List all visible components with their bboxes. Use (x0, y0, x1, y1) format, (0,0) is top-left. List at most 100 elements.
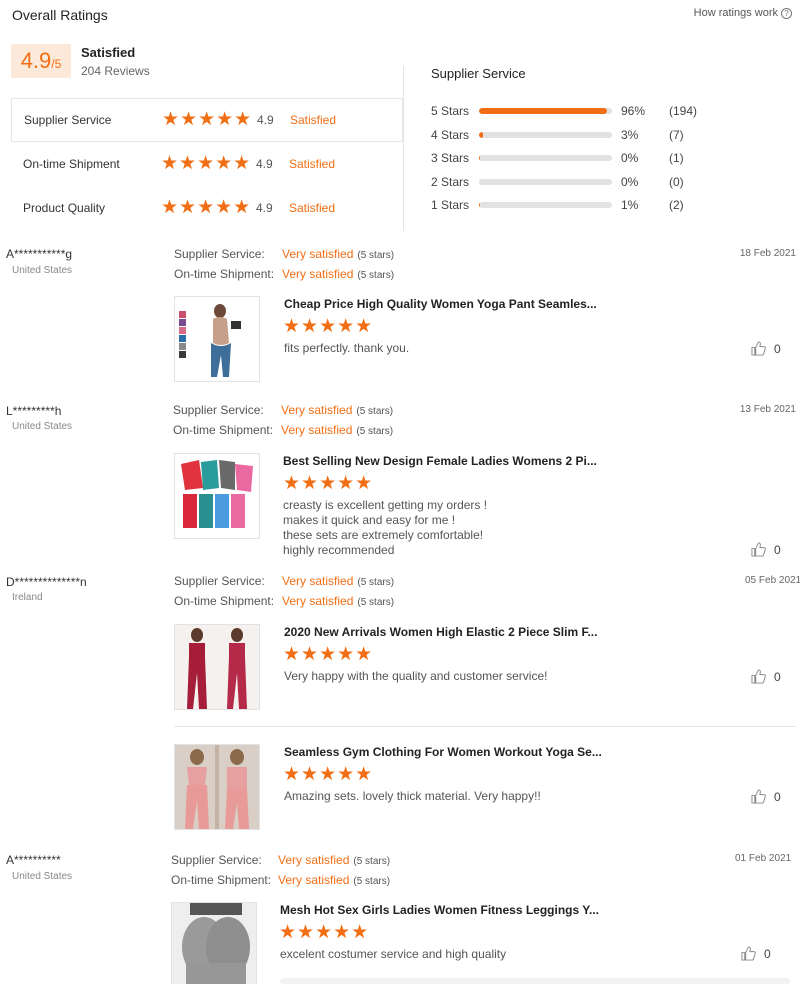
how-ratings-work-label: How ratings work (693, 7, 778, 19)
attr-value: Very satisfied (5 stars) (282, 247, 394, 261)
product-image-icon (175, 297, 259, 381)
distribution-bar (479, 202, 612, 208)
overall-satisfaction-label: Satisfied (81, 45, 136, 60)
attr-value: Very satisfied (5 stars) (282, 594, 394, 608)
product-thumbnail[interactable] (171, 902, 257, 984)
attr-label: On-time Shipment: (171, 873, 272, 887)
review-date: 01 Feb 2021 (735, 853, 792, 864)
distribution-row-5[interactable]: 5 Stars 96% (194) (431, 103, 697, 119)
distribution-bar (479, 108, 612, 114)
like-count: 0 (774, 341, 781, 356)
like-button[interactable]: 0 (751, 542, 781, 557)
like-button[interactable]: 0 (751, 341, 781, 356)
distribution-bar (479, 155, 612, 161)
reply-box (280, 978, 790, 984)
distribution-bar (479, 179, 612, 185)
how-ratings-work-link[interactable]: How ratings work ? (694, 7, 792, 19)
distribution-percent: 3% (621, 128, 639, 142)
reviewer-name: A***********g (6, 247, 73, 261)
attr-stars: (5 stars) (356, 406, 394, 417)
reviewer-country: United States (12, 871, 73, 882)
attr-stars: (5 stars) (353, 876, 391, 887)
like-count: 0 (774, 542, 781, 557)
supplier-service-attr: Supplier Service: Very satisfied (5 stars… (174, 247, 394, 261)
distribution-title: Supplier Service (431, 66, 526, 81)
reviewer-name: D**************n (6, 575, 87, 589)
distribution-percent: 0% (621, 175, 639, 189)
distribution-label: 2 Stars (431, 175, 470, 189)
category-label: Supplier Service (24, 113, 112, 127)
product-thumbnail[interactable] (174, 453, 260, 539)
review-count[interactable]: 204 Reviews (81, 64, 150, 78)
supplier-service-attr: Supplier Service: Very satisfied (5 stars… (173, 403, 393, 417)
product-title[interactable]: Seamless Gym Clothing For Women Workout … (284, 745, 602, 759)
category-rating: 4.9 (256, 201, 273, 215)
product-thumbnail[interactable] (174, 296, 260, 382)
category-row-on-time-shipment[interactable]: On-time Shipment ★★★★★ 4.9 Satisfied (11, 142, 403, 186)
reviewer-country: United States (12, 265, 73, 276)
star-rating-icon: ★★★★★ (162, 109, 253, 130)
review-text: fits perfectly. thank you. (284, 341, 410, 355)
product-title[interactable]: Best Selling New Design Female Ladies Wo… (283, 454, 597, 468)
category-label: Product Quality (23, 201, 106, 215)
thumbs-up-icon (751, 542, 766, 557)
product-thumbnail[interactable] (174, 624, 260, 710)
category-row-product-quality[interactable]: Product Quality ★★★★★ 4.9 Satisfied (11, 186, 403, 230)
overall-score-max: /5 (51, 57, 62, 71)
reviewer-name: A********** (6, 853, 61, 867)
distribution-label: 1 Stars (431, 198, 470, 212)
product-image-icon (175, 625, 259, 709)
product-divider (174, 726, 796, 727)
on-time-shipment-attr: On-time Shipment: Very satisfied (5 stars… (171, 873, 390, 887)
product-title[interactable]: 2020 New Arrivals Women High Elastic 2 P… (284, 625, 597, 639)
distribution-bar-fill (479, 202, 481, 208)
like-button[interactable]: 0 (741, 946, 771, 961)
distribution-row-4[interactable]: 4 Stars 3% (7) (431, 127, 684, 143)
attr-value-text: Very satisfied (278, 873, 350, 887)
product-image-icon (175, 745, 259, 829)
overall-score: 4.9 (20, 48, 52, 73)
distribution-count: (2) (669, 198, 684, 212)
reviewer-country: Ireland (12, 592, 43, 603)
distribution-count: (194) (669, 104, 698, 118)
attr-value-text: Very satisfied (282, 574, 354, 588)
distribution-row-2[interactable]: 2 Stars 0% (0) (431, 174, 684, 190)
distribution-row-3[interactable]: 3 Stars 0% (1) (431, 150, 684, 166)
attr-stars: (5 stars) (357, 270, 395, 281)
help-icon: ? (781, 7, 792, 19)
attr-label: Supplier Service: (174, 574, 265, 588)
distribution-bar-fill (479, 108, 607, 114)
attr-value-text: Very satisfied (282, 594, 354, 608)
attr-value-text: Very satisfied (282, 247, 354, 261)
product-title[interactable]: Mesh Hot Sex Girls Ladies Women Fitness … (280, 903, 599, 917)
product-thumbnail[interactable] (174, 744, 260, 830)
star-rating-icon: ★★★★★ (279, 922, 370, 943)
product-title[interactable]: Cheap Price High Quality Women Yoga Pant… (284, 297, 597, 311)
category-label: On-time Shipment (23, 157, 120, 171)
distribution-bar-fill (479, 132, 483, 138)
category-row-supplier-service[interactable]: Supplier Service ★★★★★ 4.9 Satisfied (11, 98, 403, 142)
distribution-label: 5 Stars (431, 104, 470, 118)
review-date: 13 Feb 2021 (739, 404, 796, 415)
category-status: Satisfied (289, 157, 336, 171)
attr-value: Very satisfied (5 stars) (282, 574, 394, 588)
attr-label: Supplier Service: (173, 403, 264, 417)
review-text: Amazing sets. lovely thick material. Ver… (284, 789, 541, 803)
thumbs-up-icon (751, 341, 766, 356)
distribution-count: (7) (669, 128, 684, 142)
distribution-percent: 1% (621, 198, 639, 212)
thumbs-up-icon (751, 789, 766, 804)
like-button[interactable]: 0 (751, 789, 781, 804)
product-image-icon (175, 454, 259, 538)
distribution-row-1[interactable]: 1 Stars 1% (2) (431, 197, 684, 213)
attr-label: Supplier Service: (174, 247, 265, 261)
like-button[interactable]: 0 (751, 669, 781, 684)
thumbs-up-icon (741, 946, 756, 961)
category-rating: 4.9 (256, 157, 273, 171)
on-time-shipment-attr: On-time Shipment: Very satisfied (5 stars… (173, 423, 393, 437)
star-rating-icon: ★★★★★ (283, 473, 374, 494)
distribution-bar (479, 132, 612, 138)
attr-value-text: Very satisfied (282, 267, 354, 281)
supplier-service-attr: Supplier Service: Very satisfied (5 stars… (171, 853, 390, 867)
attr-stars: (5 stars) (353, 856, 391, 867)
